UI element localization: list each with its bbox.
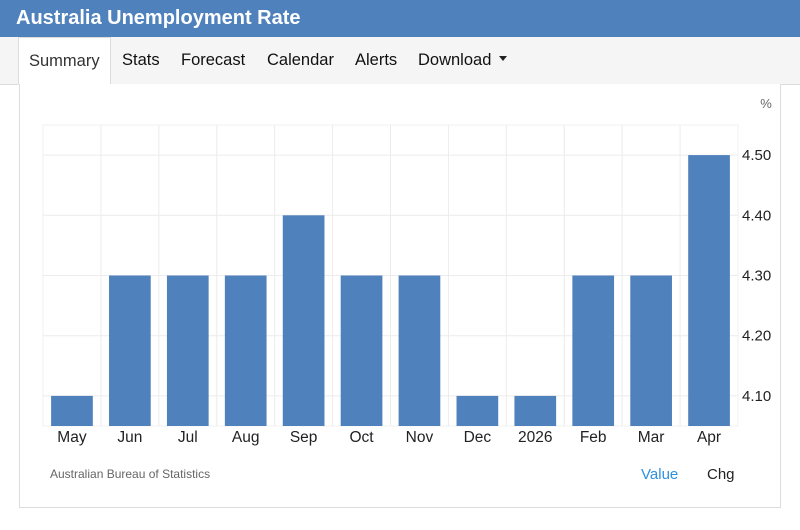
x-tick-label: Mar bbox=[638, 429, 665, 446]
x-axis-labels: May Jun Jul Aug Sep Oct Nov Dec 2026 Feb Mar Apr bbox=[57, 429, 721, 446]
bar-aug[interactable] bbox=[224, 275, 267, 427]
x-tick-label: Apr bbox=[697, 429, 721, 446]
bar-nov[interactable] bbox=[398, 275, 441, 427]
x-tick-label: May bbox=[57, 429, 87, 446]
x-tick-label: Aug bbox=[232, 429, 260, 446]
chg-toggle[interactable]: Chg bbox=[707, 466, 735, 483]
x-tick-label: Nov bbox=[406, 429, 434, 446]
x-tick-label: Sep bbox=[290, 429, 318, 446]
y-tick-label: 4.20 bbox=[742, 328, 771, 345]
y-tick-label: 4.40 bbox=[742, 207, 771, 224]
value-toggle[interactable]: Value bbox=[641, 466, 678, 483]
bar-dec[interactable] bbox=[456, 395, 499, 426]
bar-chart: May Jun Jul Aug Sep Oct Nov Dec 2026 Feb Mar Apr 4.… bbox=[42, 96, 772, 446]
x-tick-label: 2026 bbox=[518, 429, 552, 446]
x-tick-label: Dec bbox=[464, 429, 492, 446]
bar-2026[interactable] bbox=[514, 395, 557, 426]
x-tick-label: Jul bbox=[178, 429, 198, 446]
x-tick-label: Oct bbox=[349, 429, 374, 446]
bar-mar[interactable] bbox=[630, 275, 672, 427]
bar-feb[interactable] bbox=[572, 275, 615, 427]
bar-may[interactable] bbox=[51, 395, 93, 426]
bar-sep[interactable] bbox=[282, 215, 325, 426]
x-tick-label: Jun bbox=[117, 429, 142, 446]
bar-oct[interactable] bbox=[340, 275, 383, 427]
y-tick-label: 4.10 bbox=[742, 388, 771, 405]
y-axis-labels: 4.10 4.20 4.30 4.40 4.50 bbox=[742, 147, 771, 405]
bar-jul[interactable] bbox=[166, 275, 209, 427]
bar-apr[interactable] bbox=[688, 155, 730, 426]
x-tick-label: Feb bbox=[580, 429, 607, 446]
y-axis-unit: % bbox=[760, 96, 772, 111]
y-tick-label: 4.50 bbox=[742, 147, 771, 164]
source-label: Australian Bureau of Statistics bbox=[50, 467, 211, 481]
bar-jun[interactable] bbox=[109, 275, 151, 427]
y-tick-label: 4.30 bbox=[742, 268, 771, 285]
